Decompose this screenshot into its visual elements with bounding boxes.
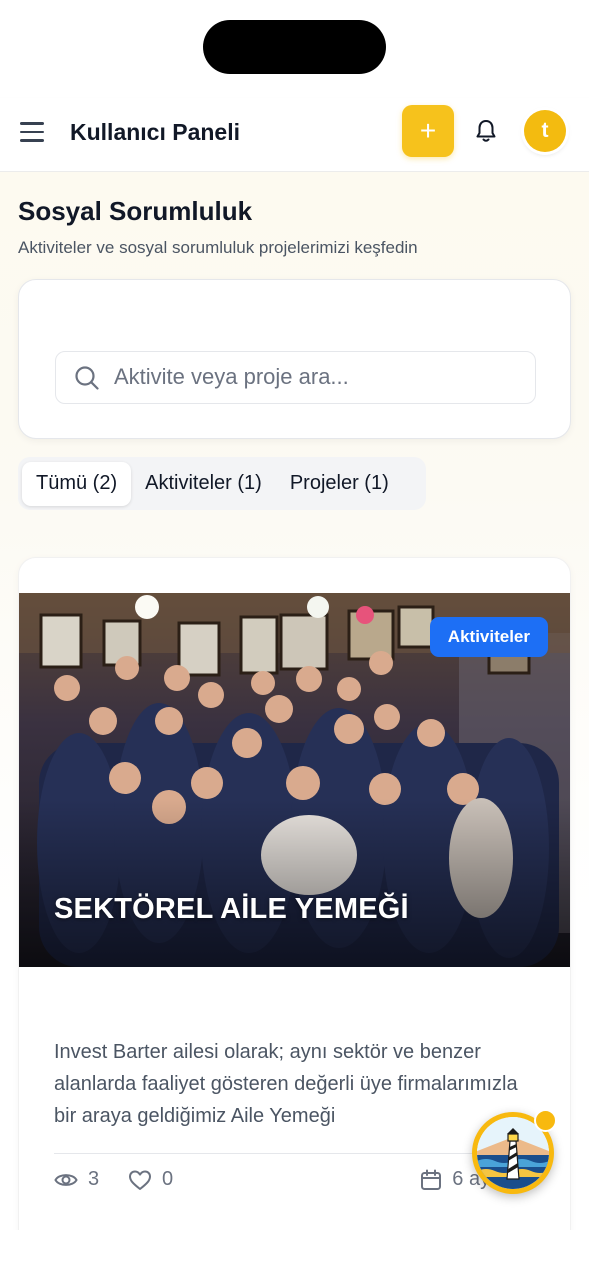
- search-box: [55, 351, 536, 404]
- main-content: Sosyal Sorumluluk Aktiviteler ve sosyal …: [0, 172, 589, 1230]
- filter-tabs: Tümü (2) Aktiviteler (1) Projeler (1): [18, 457, 426, 510]
- heart-icon[interactable]: [128, 1169, 152, 1191]
- eye-icon: [54, 1173, 78, 1186]
- likes-count: 0: [162, 1168, 174, 1190]
- likes-stat[interactable]: 0: [128, 1168, 173, 1191]
- camera-notch: [203, 20, 386, 74]
- category-badge: Aktiviteler: [429, 617, 548, 657]
- search-icon: [75, 366, 99, 390]
- bell-icon[interactable]: [474, 118, 498, 144]
- search-input[interactable]: [114, 352, 524, 402]
- hamburger-menu-icon[interactable]: [20, 122, 44, 142]
- calendar-icon: [421, 1169, 442, 1190]
- tab-projects[interactable]: Projeler (1): [276, 462, 403, 506]
- status-bar: [0, 0, 589, 98]
- tab-all[interactable]: Tümü (2): [22, 461, 132, 506]
- card-footer: 3 0 6 ay önce: [54, 1153, 539, 1213]
- bottom-safe-area: [0, 1230, 589, 1280]
- card-description: Invest Barter ailesi olarak; aynı sektör…: [54, 1041, 518, 1127]
- user-avatar[interactable]: t: [524, 110, 566, 152]
- page-subtitle: Aktiviteler ve sosyal sorumluluk projele…: [18, 238, 418, 257]
- page-title: Sosyal Sorumluluk: [18, 196, 253, 226]
- card-title: SEKTÖREL AİLE YEMEĞİ: [54, 893, 409, 925]
- top-navigation-bar: Kullanıcı Paneli + t: [0, 98, 589, 172]
- notification-dot: [534, 1109, 557, 1132]
- app-title: Kullanıcı Paneli: [70, 119, 240, 145]
- views-count: 3: [88, 1168, 100, 1190]
- tab-activities[interactable]: Aktiviteler (1): [131, 462, 276, 506]
- views-stat: 3: [54, 1168, 99, 1191]
- search-card: [18, 279, 571, 439]
- card-image: Aktiviteler SEKTÖREL AİLE YEMEĞİ: [19, 593, 570, 967]
- add-button[interactable]: +: [402, 105, 454, 157]
